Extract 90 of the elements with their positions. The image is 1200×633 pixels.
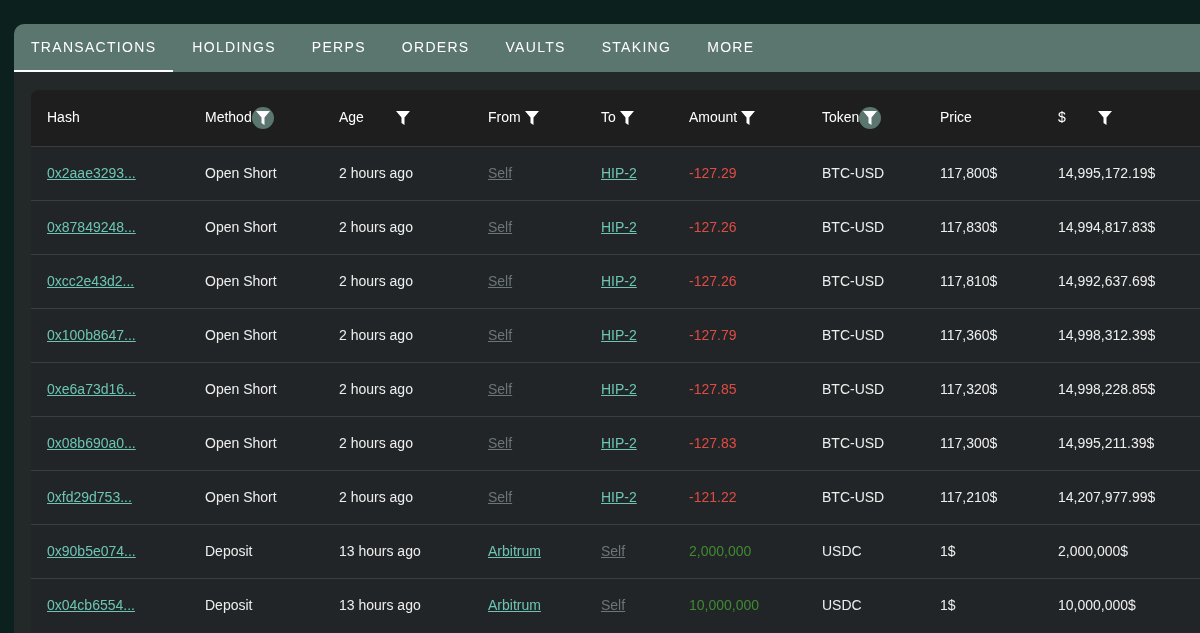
age-text: 2 hours ago (339, 488, 413, 505)
price-text: 117,210$ (940, 488, 998, 505)
method-text: Open Short (205, 434, 277, 451)
token-text: USDC (822, 596, 862, 613)
column-header: $ (1058, 108, 1066, 125)
token-text: BTC-USD (822, 164, 885, 181)
age-text: 2 hours ago (339, 434, 413, 451)
column-header: Token (822, 108, 860, 125)
age-text: 13 hours ago (339, 596, 421, 613)
address-link[interactable]: Arbitrum (488, 596, 541, 613)
usd-value-text: 14,998,312.39$ (1058, 326, 1156, 343)
usd-value-text: 14,992,637.69$ (1058, 272, 1156, 289)
column-header: Method (205, 108, 252, 125)
amount-text: -127.83 (689, 434, 737, 451)
address-link[interactable]: HIP-2 (601, 164, 637, 181)
hash-link[interactable]: 0xcc2e43d2... (47, 272, 135, 289)
method-text: Deposit (205, 542, 253, 559)
method-text: Open Short (205, 218, 277, 235)
amount-text: -127.85 (689, 380, 737, 397)
column-header: Amount (689, 108, 738, 125)
address-link[interactable]: HIP-2 (601, 326, 637, 343)
amount-text: -127.29 (689, 164, 737, 181)
hash-link[interactable]: 0x08b690a0... (47, 434, 136, 451)
token-text: BTC-USD (822, 218, 885, 235)
column-header: Age (339, 108, 364, 125)
amount-text: -121.22 (689, 488, 737, 505)
usd-value-text: 14,995,172.19$ (1058, 164, 1156, 181)
price-text: 117,360$ (940, 326, 998, 343)
hash-link[interactable]: 0xe6a73d16... (47, 380, 136, 397)
age-text: 13 hours ago (339, 542, 421, 559)
method-text: Open Short (205, 326, 277, 343)
method-text: Open Short (205, 380, 277, 397)
hash-link[interactable]: 0x04cb6554... (47, 596, 135, 613)
usd-value-text: 2,000,000$ (1058, 542, 1129, 559)
address-link[interactable]: HIP-2 (601, 272, 637, 289)
price-text: 1$ (940, 596, 956, 613)
token-text: BTC-USD (822, 272, 885, 289)
price-text: 117,300$ (940, 434, 998, 451)
hash-link[interactable]: 0x100b8647... (47, 326, 136, 343)
tab[interactable]: VAULTS (488, 24, 583, 72)
usd-value-text: 10,000,000$ (1058, 596, 1136, 613)
address-link[interactable]: HIP-2 (601, 488, 637, 505)
price-text: 117,810$ (940, 272, 998, 289)
age-text: 2 hours ago (339, 272, 413, 289)
column-header: From (488, 108, 521, 125)
usd-value-text: 14,994,817.83$ (1058, 218, 1156, 235)
address-link[interactable]: HIP-2 (601, 434, 637, 451)
token-text: USDC (822, 542, 862, 559)
method-text: Open Short (205, 164, 277, 181)
age-text: 2 hours ago (339, 218, 413, 235)
age-text: 2 hours ago (339, 380, 413, 397)
hash-link[interactable]: 0x2aae3293... (47, 164, 136, 181)
hash-link[interactable]: 0x87849248... (47, 218, 136, 235)
filter-icon[interactable] (251, 106, 274, 129)
usd-value-text: 14,207,977.99$ (1058, 488, 1156, 505)
address-link[interactable]: HIP-2 (601, 218, 637, 235)
amount-text: -127.79 (689, 326, 737, 343)
token-text: BTC-USD (822, 326, 885, 343)
token-text: BTC-USD (822, 380, 885, 397)
price-text: 117,320$ (940, 380, 998, 397)
hash-link[interactable]: 0x90b5e074... (47, 542, 136, 559)
tab[interactable]: STAKING (584, 24, 689, 72)
filter-icon[interactable] (859, 106, 882, 129)
column-header: Price (940, 109, 972, 126)
amount-text: -127.26 (689, 272, 737, 289)
token-text: BTC-USD (822, 488, 885, 505)
amount-text: 10,000,000 (689, 596, 760, 613)
tab[interactable]: MORE (690, 24, 772, 72)
age-text: 2 hours ago (339, 164, 413, 181)
method-text: Open Short (205, 488, 277, 505)
usd-value-text: 14,995,211.39$ (1058, 434, 1155, 451)
price-text: 117,800$ (940, 164, 998, 181)
tab[interactable]: TRANSACTIONS (14, 24, 174, 72)
hash-link[interactable]: 0xfd29d753... (47, 488, 132, 505)
price-text: 1$ (940, 542, 956, 559)
tab[interactable]: PERPS (294, 24, 383, 72)
amount-text: -127.26 (689, 218, 737, 235)
tab[interactable]: ORDERS (384, 24, 487, 72)
method-text: Open Short (205, 272, 277, 289)
method-text: Deposit (205, 596, 253, 613)
column-header: Hash (47, 109, 80, 126)
column-header: To (601, 108, 616, 125)
token-text: BTC-USD (822, 434, 885, 451)
price-text: 117,830$ (940, 218, 998, 235)
address-link[interactable]: HIP-2 (601, 380, 637, 397)
age-text: 2 hours ago (339, 326, 413, 343)
tab[interactable]: HOLDINGS (175, 24, 293, 72)
usd-value-text: 14,998,228.85$ (1058, 380, 1156, 397)
amount-text: 2,000,000 (689, 542, 752, 559)
address-link[interactable]: Arbitrum (488, 542, 541, 559)
